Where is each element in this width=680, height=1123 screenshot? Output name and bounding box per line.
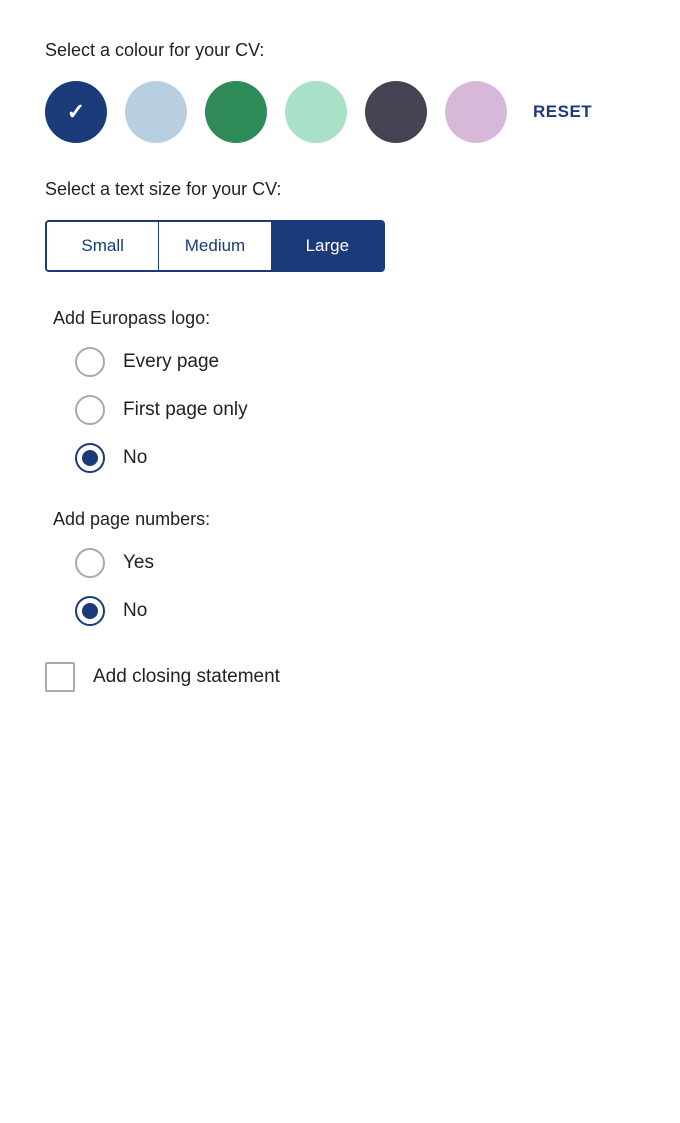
closing-statement-label: Add closing statement: [93, 666, 280, 688]
logo-every-page-radio[interactable]: [75, 347, 105, 377]
closing-statement-section: Add closing statement: [45, 662, 635, 692]
size-large-button[interactable]: Large: [272, 222, 383, 270]
text-size-label: Select a text size for your CV:: [45, 179, 635, 200]
logo-section: Add Europass logo: Every page First page…: [45, 308, 635, 473]
page-numbers-radio-group: Yes No: [75, 548, 635, 626]
logo-radio-group: Every page First page only No: [75, 347, 635, 473]
reset-button[interactable]: RESET: [533, 102, 592, 122]
swatch-mint[interactable]: [285, 81, 347, 143]
logo-no-label: No: [123, 447, 147, 469]
colour-section: Select a colour for your CV: RESET: [45, 40, 635, 143]
swatch-dark-gray[interactable]: [365, 81, 427, 143]
colour-swatches: RESET: [45, 81, 635, 143]
page-numbers-yes-radio[interactable]: [75, 548, 105, 578]
page-numbers-yes-item[interactable]: Yes: [75, 548, 635, 578]
page-numbers-no-label: No: [123, 600, 147, 622]
swatch-lavender[interactable]: [445, 81, 507, 143]
logo-section-label: Add Europass logo:: [53, 308, 635, 329]
size-small-button[interactable]: Small: [47, 222, 159, 270]
swatch-dark-blue[interactable]: [45, 81, 107, 143]
page-numbers-yes-label: Yes: [123, 552, 154, 574]
closing-statement-checkbox[interactable]: [45, 662, 75, 692]
logo-first-page-item[interactable]: First page only: [75, 395, 635, 425]
logo-no-radio[interactable]: [75, 443, 105, 473]
page-numbers-no-item[interactable]: No: [75, 596, 635, 626]
page-numbers-section: Add page numbers: Yes No: [45, 509, 635, 626]
logo-every-page-label: Every page: [123, 351, 219, 373]
size-toggle-group: Small Medium Large: [45, 220, 385, 272]
logo-no-item[interactable]: No: [75, 443, 635, 473]
swatch-green[interactable]: [205, 81, 267, 143]
page-numbers-no-radio[interactable]: [75, 596, 105, 626]
page-numbers-label: Add page numbers:: [53, 509, 635, 530]
logo-first-page-label: First page only: [123, 399, 248, 421]
size-medium-button[interactable]: Medium: [159, 222, 271, 270]
colour-section-label: Select a colour for your CV:: [45, 40, 635, 61]
swatch-light-blue-gray[interactable]: [125, 81, 187, 143]
logo-first-page-radio[interactable]: [75, 395, 105, 425]
text-size-section: Select a text size for your CV: Small Me…: [45, 179, 635, 272]
logo-every-page-item[interactable]: Every page: [75, 347, 635, 377]
